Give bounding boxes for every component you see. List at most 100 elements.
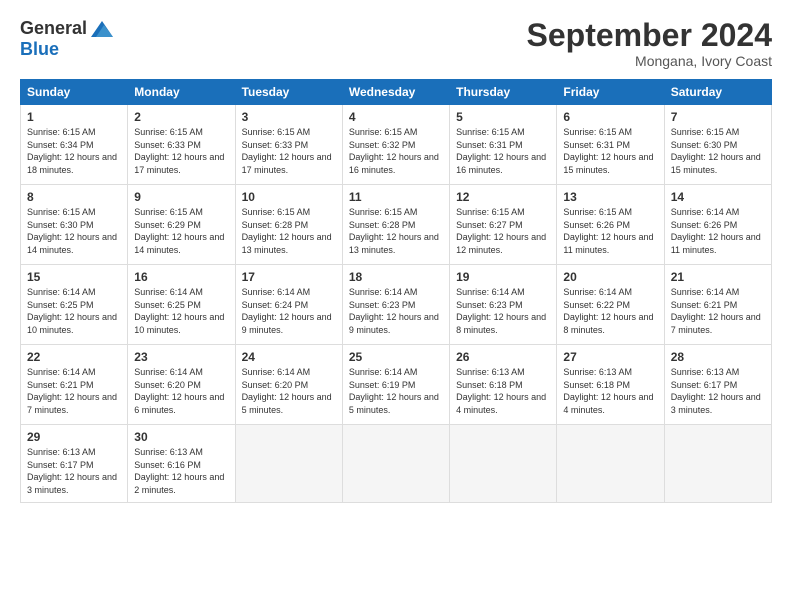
table-row: 15 Sunrise: 6:14 AMSunset: 6:25 PMDayligh… xyxy=(21,265,128,345)
day-info: Sunrise: 6:15 AMSunset: 6:27 PMDaylight:… xyxy=(456,206,550,256)
day-number: 19 xyxy=(456,270,550,284)
col-tuesday: Tuesday xyxy=(235,80,342,105)
col-saturday: Saturday xyxy=(664,80,771,105)
calendar-week-row: 29 Sunrise: 6:13 AMSunset: 6:17 PMDayligh… xyxy=(21,425,772,502)
table-row: 4 Sunrise: 6:15 AMSunset: 6:32 PMDaylight… xyxy=(342,105,449,185)
day-info: Sunrise: 6:14 AMSunset: 6:25 PMDaylight:… xyxy=(27,286,121,336)
table-row: 13Sunrise: 6:15 AMSunset: 6:26 PMDayligh… xyxy=(557,185,664,265)
table-row: 26 Sunrise: 6:13 AMSunset: 6:18 PMDayligh… xyxy=(450,345,557,425)
day-number: 7 xyxy=(671,110,765,124)
day-number: 15 xyxy=(27,270,121,284)
day-number: 12 xyxy=(456,190,550,204)
day-info: Sunrise: 6:14 AMSunset: 6:21 PMDaylight:… xyxy=(27,366,121,416)
table-row: 29 Sunrise: 6:13 AMSunset: 6:17 PMDayligh… xyxy=(21,425,128,502)
day-number: 28 xyxy=(671,350,765,364)
day-number: 22 xyxy=(27,350,121,364)
table-row: 27 Sunrise: 6:13 AMSunset: 6:18 PMDayligh… xyxy=(557,345,664,425)
table-row: 7Sunrise: 6:15 AMSunset: 6:30 PMDaylight… xyxy=(664,105,771,185)
day-number: 25 xyxy=(349,350,443,364)
day-info: Sunrise: 6:13 AMSunset: 6:18 PMDaylight:… xyxy=(563,366,657,416)
day-info: Sunrise: 6:14 AMSunset: 6:23 PMDaylight:… xyxy=(349,286,443,336)
day-number: 4 xyxy=(349,110,443,124)
day-number: 29 xyxy=(27,430,121,444)
day-number: 14 xyxy=(671,190,765,204)
day-number: 17 xyxy=(242,270,336,284)
table-row xyxy=(342,425,449,502)
logo-general-text: General xyxy=(20,18,87,39)
day-number: 21 xyxy=(671,270,765,284)
day-info: Sunrise: 6:15 AMSunset: 6:26 PMDaylight:… xyxy=(563,206,657,256)
logo-blue-text: Blue xyxy=(20,39,59,60)
col-wednesday: Wednesday xyxy=(342,80,449,105)
col-friday: Friday xyxy=(557,80,664,105)
table-row: 21Sunrise: 6:14 AMSunset: 6:21 PMDayligh… xyxy=(664,265,771,345)
location-subtitle: Mongana, Ivory Coast xyxy=(527,53,772,69)
calendar-week-row: 15 Sunrise: 6:14 AMSunset: 6:25 PMDayligh… xyxy=(21,265,772,345)
day-number: 10 xyxy=(242,190,336,204)
day-info: Sunrise: 6:15 AMSunset: 6:28 PMDaylight:… xyxy=(242,206,336,256)
calendar-table: Sunday Monday Tuesday Wednesday Thursday… xyxy=(20,79,772,502)
table-row xyxy=(235,425,342,502)
day-number: 3 xyxy=(242,110,336,124)
table-row: 6 Sunrise: 6:15 AMSunset: 6:31 PMDaylight… xyxy=(557,105,664,185)
day-info: Sunrise: 6:14 AMSunset: 6:24 PMDaylight:… xyxy=(242,286,336,336)
table-row: 12 Sunrise: 6:15 AMSunset: 6:27 PMDayligh… xyxy=(450,185,557,265)
day-number: 6 xyxy=(563,110,657,124)
day-number: 8 xyxy=(27,190,121,204)
table-row: 22 Sunrise: 6:14 AMSunset: 6:21 PMDayligh… xyxy=(21,345,128,425)
page: General Blue September 2024 Mongana, Ivo… xyxy=(0,0,792,612)
table-row: 18Sunrise: 6:14 AMSunset: 6:23 PMDayligh… xyxy=(342,265,449,345)
day-number: 30 xyxy=(134,430,228,444)
day-number: 2 xyxy=(134,110,228,124)
day-info: Sunrise: 6:15 AMSunset: 6:30 PMDaylight:… xyxy=(27,206,121,256)
logo-icon xyxy=(91,21,113,37)
day-number: 20 xyxy=(563,270,657,284)
day-number: 9 xyxy=(134,190,228,204)
header: General Blue September 2024 Mongana, Ivo… xyxy=(20,18,772,69)
day-info: Sunrise: 6:14 AMSunset: 6:20 PMDaylight:… xyxy=(242,366,336,416)
table-row xyxy=(557,425,664,502)
day-number: 11 xyxy=(349,190,443,204)
day-info: Sunrise: 6:15 AMSunset: 6:33 PMDaylight:… xyxy=(134,126,228,176)
day-info: Sunrise: 6:13 AMSunset: 6:18 PMDaylight:… xyxy=(456,366,550,416)
month-title: September 2024 xyxy=(527,18,772,53)
calendar-week-row: 8 Sunrise: 6:15 AMSunset: 6:30 PMDaylight… xyxy=(21,185,772,265)
day-info: Sunrise: 6:14 AMSunset: 6:26 PMDaylight:… xyxy=(671,206,765,256)
day-number: 26 xyxy=(456,350,550,364)
day-info: Sunrise: 6:14 AMSunset: 6:23 PMDaylight:… xyxy=(456,286,550,336)
table-row: 24Sunrise: 6:14 AMSunset: 6:20 PMDayligh… xyxy=(235,345,342,425)
table-row: 1Sunrise: 6:15 AMSunset: 6:34 PMDaylight… xyxy=(21,105,128,185)
day-number: 23 xyxy=(134,350,228,364)
table-row: 30Sunrise: 6:13 AMSunset: 6:16 PMDayligh… xyxy=(128,425,235,502)
table-row: 8 Sunrise: 6:15 AMSunset: 6:30 PMDaylight… xyxy=(21,185,128,265)
day-info: Sunrise: 6:14 AMSunset: 6:22 PMDaylight:… xyxy=(563,286,657,336)
day-info: Sunrise: 6:15 AMSunset: 6:31 PMDaylight:… xyxy=(563,126,657,176)
table-row: 20 Sunrise: 6:14 AMSunset: 6:22 PMDayligh… xyxy=(557,265,664,345)
calendar-week-row: 22 Sunrise: 6:14 AMSunset: 6:21 PMDayligh… xyxy=(21,345,772,425)
col-sunday: Sunday xyxy=(21,80,128,105)
day-info: Sunrise: 6:15 AMSunset: 6:32 PMDaylight:… xyxy=(349,126,443,176)
day-info: Sunrise: 6:15 AMSunset: 6:33 PMDaylight:… xyxy=(242,126,336,176)
col-thursday: Thursday xyxy=(450,80,557,105)
calendar-week-row: 1Sunrise: 6:15 AMSunset: 6:34 PMDaylight… xyxy=(21,105,772,185)
day-info: Sunrise: 6:14 AMSunset: 6:20 PMDaylight:… xyxy=(134,366,228,416)
table-row: 19 Sunrise: 6:14 AMSunset: 6:23 PMDayligh… xyxy=(450,265,557,345)
col-monday: Monday xyxy=(128,80,235,105)
logo: General Blue xyxy=(20,18,113,60)
table-row: 3 Sunrise: 6:15 AMSunset: 6:33 PMDaylight… xyxy=(235,105,342,185)
table-row: 14 Sunrise: 6:14 AMSunset: 6:26 PMDayligh… xyxy=(664,185,771,265)
day-info: Sunrise: 6:14 AMSunset: 6:19 PMDaylight:… xyxy=(349,366,443,416)
day-info: Sunrise: 6:14 AMSunset: 6:25 PMDaylight:… xyxy=(134,286,228,336)
day-info: Sunrise: 6:15 AMSunset: 6:34 PMDaylight:… xyxy=(27,126,121,176)
table-row xyxy=(450,425,557,502)
day-number: 5 xyxy=(456,110,550,124)
table-row xyxy=(664,425,771,502)
day-info: Sunrise: 6:13 AMSunset: 6:17 PMDaylight:… xyxy=(27,446,121,496)
table-row: 16Sunrise: 6:14 AMSunset: 6:25 PMDayligh… xyxy=(128,265,235,345)
table-row: 5Sunrise: 6:15 AMSunset: 6:31 PMDaylight… xyxy=(450,105,557,185)
table-row: 2 Sunrise: 6:15 AMSunset: 6:33 PMDaylight… xyxy=(128,105,235,185)
day-number: 27 xyxy=(563,350,657,364)
table-row: 9Sunrise: 6:15 AMSunset: 6:29 PMDaylight… xyxy=(128,185,235,265)
table-row: 23 Sunrise: 6:14 AMSunset: 6:20 PMDayligh… xyxy=(128,345,235,425)
day-info: Sunrise: 6:13 AMSunset: 6:17 PMDaylight:… xyxy=(671,366,765,416)
